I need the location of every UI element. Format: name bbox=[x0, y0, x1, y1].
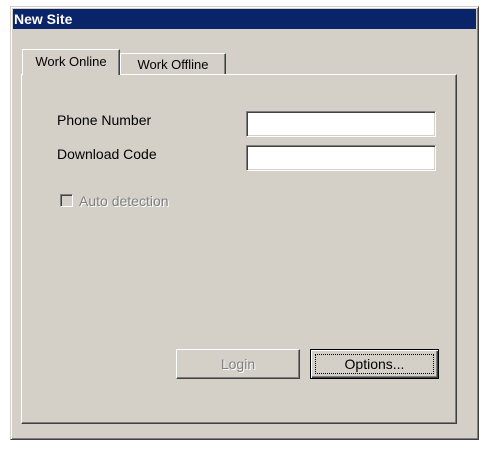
auto-detection-label: Auto detection bbox=[79, 193, 169, 209]
download-code-label: Download Code bbox=[57, 146, 157, 162]
title-bar[interactable]: New Site bbox=[13, 9, 476, 29]
tab-work-offline[interactable]: Work Offline bbox=[120, 53, 226, 75]
tab-work-offline-label: Work Offline bbox=[137, 57, 209, 72]
window-title: New Site bbox=[14, 11, 73, 27]
phone-number-label: Phone Number bbox=[57, 112, 152, 128]
options-button-label: Options... bbox=[315, 354, 434, 374]
options-button[interactable]: Options... bbox=[310, 349, 439, 379]
tab-work-online-label: Work Online bbox=[35, 54, 107, 69]
tab-work-online[interactable]: Work Online bbox=[22, 49, 120, 75]
login-button[interactable]: Login bbox=[176, 349, 300, 379]
auto-detection-checkbox[interactable] bbox=[60, 194, 73, 207]
phone-number-input[interactable] bbox=[246, 111, 436, 137]
download-code-input[interactable] bbox=[246, 145, 436, 171]
